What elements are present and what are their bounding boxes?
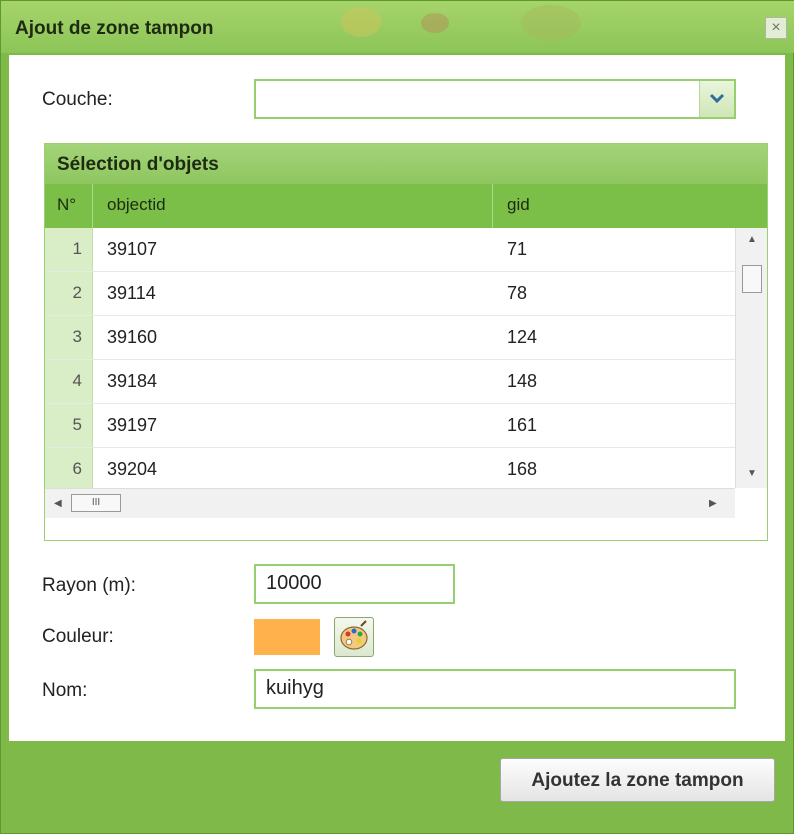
layer-select[interactable]: [254, 79, 736, 119]
grid-title-bar: Sélection d'objets: [45, 144, 767, 184]
color-swatch[interactable]: [254, 619, 320, 655]
form-panel: Couche: Sélection d'objets N° objectid g…: [9, 55, 785, 741]
add-buffer-zone-button[interactable]: Ajoutez la zone tampon: [500, 758, 775, 802]
table-row[interactable]: 5 39197 161: [45, 404, 735, 448]
row-number: 5: [45, 404, 93, 447]
table-row[interactable]: 2 39114 78: [45, 272, 735, 316]
column-header-number[interactable]: N°: [45, 184, 93, 228]
map-background-decoration: [341, 7, 381, 37]
scroll-left-arrow-icon[interactable]: ◀: [54, 498, 62, 509]
buffer-zone-dialog: Ajout de zone tampon × Couche: Sélection…: [0, 0, 794, 834]
row-number: 2: [45, 272, 93, 315]
grid-title: Sélection d'objets: [57, 154, 219, 175]
scroll-right-arrow-icon[interactable]: ▶: [709, 498, 717, 509]
vertical-scroll-thumb[interactable]: [742, 265, 762, 293]
layer-label: Couche:: [42, 89, 113, 110]
chevron-down-icon: [709, 93, 725, 104]
horizontal-scrollbar[interactable]: ◀ III ▶: [45, 488, 735, 518]
column-header-gid[interactable]: gid: [493, 184, 767, 228]
table-row[interactable]: 1 39107 71: [45, 228, 735, 272]
object-selection-grid: Sélection d'objets N° objectid gid 1 391…: [44, 143, 768, 541]
radius-label: Rayon (m):: [42, 575, 136, 596]
table-row[interactable]: 6 39204 168: [45, 448, 735, 488]
table-row[interactable]: 4 39184 148: [45, 360, 735, 404]
radius-input[interactable]: 10000: [254, 564, 455, 604]
palette-icon: [340, 620, 368, 650]
vertical-scrollbar[interactable]: ▲ ▼: [735, 228, 767, 488]
table-row[interactable]: 3 39160 124: [45, 316, 735, 360]
cell-objectid: 39204: [107, 459, 158, 479]
map-background-decoration: [421, 13, 449, 33]
grid-footer: [45, 518, 767, 540]
scroll-down-arrow-icon[interactable]: ▼: [747, 468, 757, 479]
row-number: 4: [45, 360, 93, 403]
close-icon[interactable]: ×: [765, 17, 787, 39]
window-title: Ajout de zone tampon: [15, 18, 214, 39]
grid-header: N° objectid gid: [45, 184, 767, 228]
name-input[interactable]: kuihyg: [254, 669, 736, 709]
title-bar[interactable]: Ajout de zone tampon ×: [1, 1, 794, 53]
row-number: 1: [45, 228, 93, 271]
layer-dropdown-trigger[interactable]: [699, 81, 734, 117]
color-picker-button[interactable]: [334, 617, 374, 657]
cell-gid: 168: [507, 459, 538, 479]
row-number: 6: [45, 448, 93, 488]
color-label: Couleur:: [42, 626, 114, 647]
scroll-up-arrow-icon[interactable]: ▲: [747, 234, 757, 245]
name-label: Nom:: [42, 680, 88, 701]
column-header-objectid[interactable]: objectid: [93, 184, 493, 228]
map-background-decoration: [521, 5, 581, 41]
grid-rows: 1 39107 71 2 39114 78 3 39160 124 4 3918…: [45, 228, 735, 488]
row-number: 3: [45, 316, 93, 359]
horizontal-scroll-thumb[interactable]: III: [71, 494, 121, 512]
